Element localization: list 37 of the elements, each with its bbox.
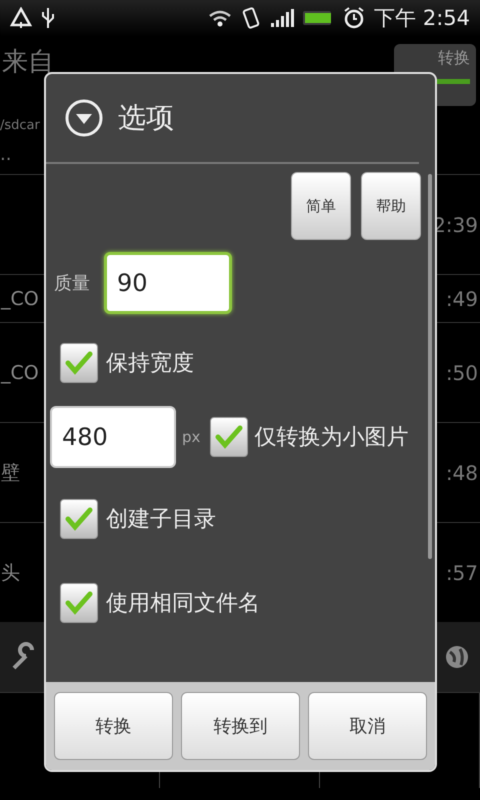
width-field[interactable]: 480 xyxy=(50,406,176,468)
quality-label: 质量 xyxy=(54,272,90,295)
clock-time: 下午 2:54 xyxy=(374,5,470,32)
usb-icon xyxy=(40,6,56,30)
file-name[interactable]: 壁 xyxy=(0,460,20,486)
checkbox-label: 创建子目录 xyxy=(106,506,216,534)
file-name[interactable]: _CO xyxy=(0,362,39,384)
file-name[interactable]: _CO xyxy=(0,288,39,310)
warning-icon xyxy=(10,7,32,29)
checkbox-label: 使用相同文件名 xyxy=(106,590,260,618)
file-time: :50 xyxy=(446,360,479,384)
checkbox[interactable] xyxy=(60,583,98,623)
file-time: :49 xyxy=(446,286,479,310)
checkbox[interactable] xyxy=(60,343,98,383)
checkbox-label: 仅转换为小图片 xyxy=(254,424,408,452)
dialog-button[interactable]: 转换 xyxy=(54,692,173,760)
dialog-button[interactable]: 转换到 xyxy=(181,692,300,760)
path-text: /sdcar xyxy=(0,117,40,135)
source-label: 来自 xyxy=(2,46,54,79)
quality-field[interactable]: 90 xyxy=(104,252,232,314)
file-name[interactable]: 头 xyxy=(0,560,20,586)
dialog-button[interactable]: 帮助 xyxy=(361,172,421,240)
file-time: :48 xyxy=(446,460,479,484)
signal-icon xyxy=(270,8,294,28)
checkbox[interactable] xyxy=(210,417,248,457)
scrollbar[interactable] xyxy=(428,174,432,559)
dialog-button[interactable]: 简单 xyxy=(291,172,351,240)
dropdown-icon xyxy=(64,98,104,138)
dialog-button[interactable]: 取消 xyxy=(308,692,427,760)
unit-label: px xyxy=(182,428,200,446)
dialog-title: 选项 xyxy=(118,100,174,136)
parent-folder[interactable]: .. xyxy=(0,144,20,174)
wifi-icon xyxy=(208,8,232,28)
checkbox-label: 保持宽度 xyxy=(106,350,194,378)
file-time: :57 xyxy=(446,560,479,584)
alarm-icon xyxy=(342,6,366,30)
checkbox[interactable] xyxy=(60,499,98,539)
